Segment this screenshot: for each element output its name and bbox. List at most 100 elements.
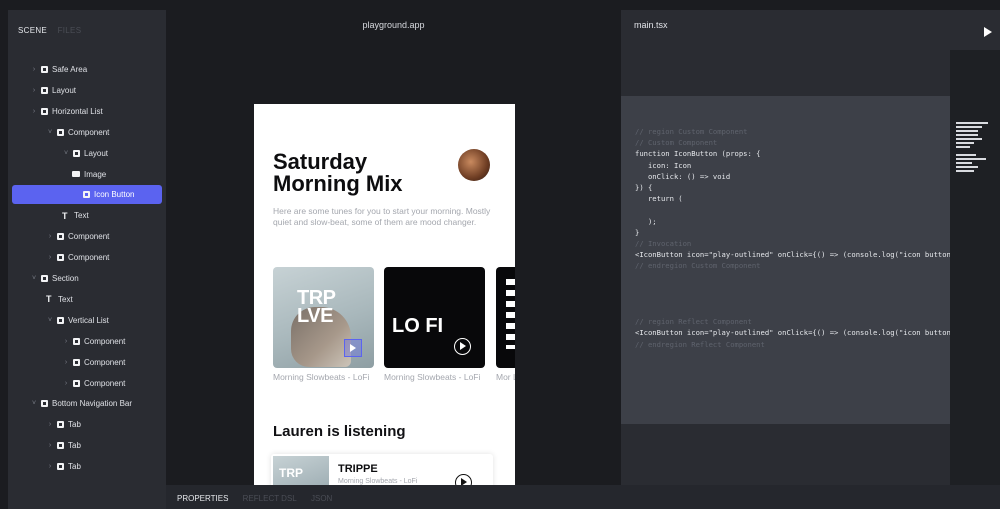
tree-item[interactable]: › Safe Area [12,60,162,79]
code-line: function IconButton (props: { [635,149,761,159]
chevron-right-icon[interactable]: › [62,380,70,387]
play-icon[interactable] [344,339,362,357]
text-icon: T [62,210,68,221]
tree-item-label: Tab [68,462,81,472]
chevron-right-icon: › [72,191,80,198]
chevron-down-icon[interactable]: ˅ [30,275,38,282]
code-line: // Invocation [635,238,692,248]
code-line: }) { [635,182,653,192]
tree-item-label: Layout [84,148,109,158]
chevron-right-icon[interactable]: › [46,463,54,470]
tree-item[interactable]: › Tab [12,457,162,476]
playlist-title: Saturday Morning Mix [273,149,403,196]
tree-item-label: Component [68,253,110,263]
chevron-right-icon[interactable]: › [62,338,70,345]
chevron-down-icon[interactable]: ˅ [30,400,38,407]
tab-files[interactable]: FILES [58,26,82,35]
tree-item[interactable]: › Tab [12,436,162,455]
panel-tabs: SCENE FILES [18,26,89,35]
tree-item-label: Horizontal List [52,106,103,116]
tree-item[interactable]: › Component [12,332,162,351]
thumbnail-text: TRP [279,466,303,480]
tree-item[interactable]: › Horizontal List [12,102,162,121]
chevron-right-icon[interactable]: › [46,254,54,261]
code-line: icon: Icon [635,160,692,170]
tree-item-label: Tab [68,420,81,430]
tree-item[interactable]: › Layout [12,81,162,100]
tree-item[interactable]: › Component [12,374,162,393]
album-caption: Mor LoFi [496,372,515,382]
tree-item[interactable]: › Icon Button [12,185,162,205]
avatar[interactable] [458,149,490,181]
tree-item[interactable]: ˅ Component [12,123,162,142]
code-line: // endregion Reflect Component [635,339,765,349]
tree-item[interactable]: › Component [12,353,162,372]
component-icon [41,86,48,94]
tree-item[interactable]: ›TText [12,206,162,225]
minimap-line [956,142,974,144]
component-icon [73,337,80,345]
tab-reflect-dsl[interactable]: REFLECT DSL [243,494,297,503]
chevron-down-icon[interactable]: ˅ [46,317,54,324]
tree-item[interactable]: ›Image [12,165,162,184]
tree-item[interactable]: ˅ Vertical List [12,311,162,330]
component-icon [57,128,64,136]
tree-item-label: Image [84,169,107,179]
tree-item[interactable]: ˅ Bottom Navigation Bar [12,394,162,413]
chevron-right-icon[interactable]: › [46,233,54,240]
minimap-line [956,170,974,172]
chevron-right-icon[interactable]: › [46,421,54,428]
tree-item[interactable]: › Component [12,227,162,246]
minimap-line [956,158,986,160]
tree-item[interactable]: ›TText [12,290,162,309]
play-circle-icon[interactable] [454,338,471,355]
chevron-right-icon[interactable]: › [30,87,38,94]
chevron-right-icon[interactable]: › [30,66,38,73]
tab-json[interactable]: JSON [311,494,332,503]
code-line: return ( [635,194,683,204]
minimap-line [956,130,978,132]
tab-scene[interactable]: SCENE [18,26,47,35]
tree-item-label: Tab [68,441,81,451]
listening-subtitle: Morning Slowbeats - LoFi [338,478,418,485]
chevron-right-icon[interactable]: › [30,108,38,115]
component-icon [41,275,48,282]
code-line: // endregion Custom Component [635,261,761,271]
minimap-line [956,146,970,148]
component-icon [57,442,64,450]
play-circle-icon[interactable] [455,474,472,485]
tree-item-label: Safe Area [52,65,88,74]
code-minimap[interactable] [950,50,1000,485]
album-card-1[interactable]: TRP LVE [273,267,374,368]
component-icon [41,400,48,408]
tree-item-label: Component [84,357,126,367]
chevron-down-icon[interactable]: ˅ [62,150,70,157]
album-card-2[interactable]: LO FI [384,267,485,368]
minimap-line [956,138,982,140]
tree-item-label: Text [74,211,89,221]
code-editor[interactable]: // region Custom Component // Custom Comp… [621,96,950,424]
section-title: Lauren is listening [273,423,406,440]
chevron-down-icon[interactable]: ˅ [46,129,54,136]
component-icon [57,233,64,241]
playlist-description: Here are some tunes for you to start you… [273,206,491,227]
code-line: // region Reflect Component [635,317,752,327]
tree-item[interactable]: ˅ Section [12,269,162,288]
chevron-right-icon[interactable]: › [62,359,70,366]
component-icon [57,254,64,262]
play-icon[interactable] [984,27,992,37]
code-line: // region Custom Component [635,127,748,136]
chevron-right-icon[interactable]: › [46,442,54,449]
tree-item[interactable]: ˅ Layout [12,144,162,163]
minimap-line [956,122,988,124]
tree-item[interactable]: › Tab [12,415,162,434]
component-icon [73,358,80,366]
component-icon [57,421,64,429]
album-card-3[interactable] [496,267,515,368]
listening-card[interactable]: TRP TRIPPE Morning Slowbeats - LoFi [271,454,493,485]
tree-item[interactable]: › Component [12,248,162,267]
listening-thumbnail: TRP [273,456,329,485]
tab-properties[interactable]: PROPERTIES [177,494,228,503]
